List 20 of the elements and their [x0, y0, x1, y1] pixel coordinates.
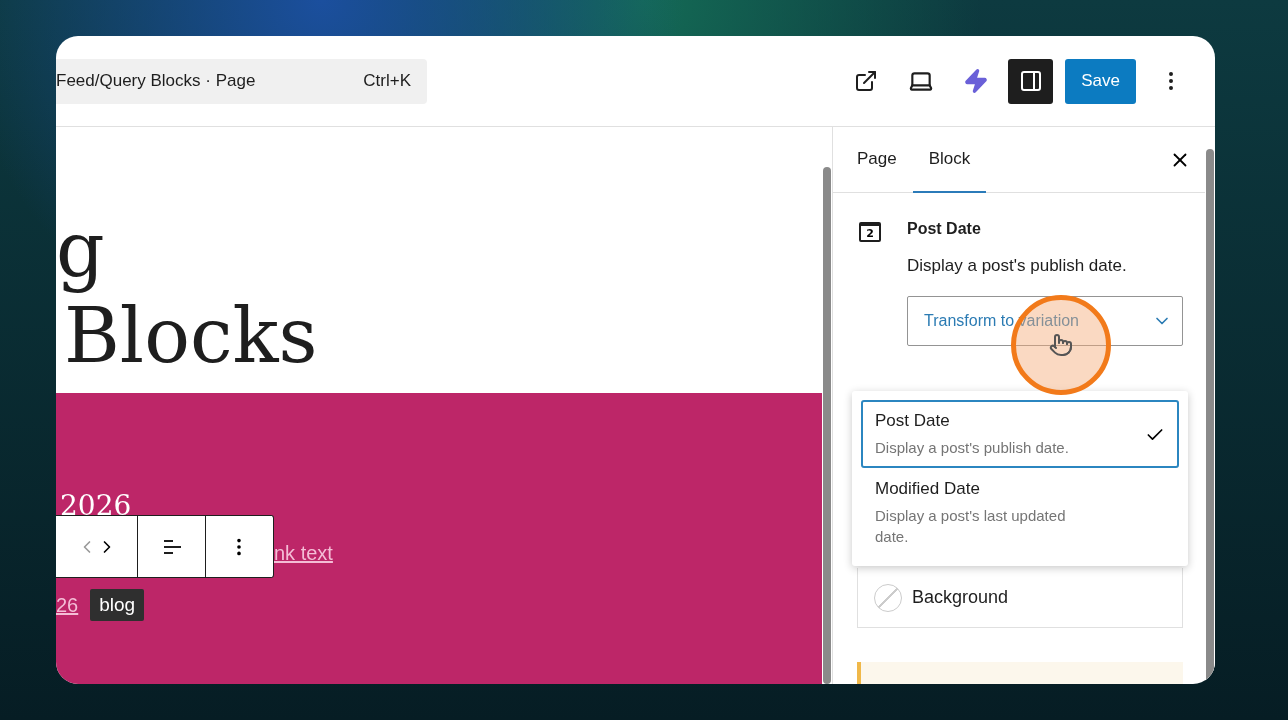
sidebar-tab[interactable]: Block	[912, 127, 987, 193]
command-bar[interactable]: Feed/Query Blocks · Page Ctrl+K	[56, 58, 427, 104]
sidebar-tab[interactable]: Page	[841, 127, 913, 193]
color-row[interactable]: Background	[857, 568, 1183, 628]
block-description: Display a post's publish date.	[907, 256, 1128, 276]
calendar-icon: 2	[859, 222, 881, 242]
post-link[interactable]: nk text	[274, 541, 333, 565]
shortcut-label: Ctrl+K	[363, 71, 411, 91]
sidebar-toggle-button[interactable]	[1008, 58, 1053, 104]
tag-label[interactable]: blog	[90, 589, 145, 621]
variation-option[interactable]: Post Date Display a post's publish date.	[861, 400, 1179, 468]
hand-cursor-icon	[1049, 333, 1073, 357]
save-button[interactable]: Save	[1065, 58, 1136, 104]
command-label: Feed/Query Blocks · Page	[56, 71, 256, 91]
empty-swatch-icon	[874, 583, 902, 612]
date-link[interactable]: 26	[56, 593, 79, 617]
post-date: 2026	[60, 489, 132, 522]
page-heading: g	[56, 205, 105, 294]
sidebar-panel-icon	[1018, 69, 1043, 93]
block-title: Post Date	[907, 220, 982, 239]
